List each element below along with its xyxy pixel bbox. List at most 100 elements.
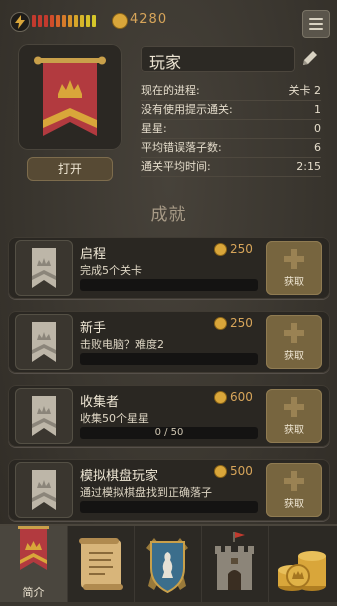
coin-icon bbox=[214, 390, 227, 404]
achievement-reward: 500 bbox=[214, 464, 253, 478]
tab-scroll[interactable] bbox=[67, 526, 135, 602]
coin-icon bbox=[214, 464, 227, 478]
stat-label: 平均错误落子数: bbox=[141, 141, 222, 154]
pennant-icon bbox=[15, 240, 73, 296]
stats-list: 现在的进程: 关卡 2 没有使用提示通关: 1 星星: 0 平均错误落子数: 6 通关平… bbox=[141, 82, 321, 177]
energy-bar-segment bbox=[68, 15, 72, 27]
achievement-card: 模拟棋盘玩家 500 通过模拟棋盘找到正确落子 获取 bbox=[8, 459, 330, 521]
coin-icon bbox=[214, 316, 227, 330]
pennant-icon bbox=[15, 388, 73, 444]
energy-bar-segment bbox=[92, 15, 96, 27]
edit-icon[interactable] bbox=[300, 48, 320, 68]
achievement-title: 新手 bbox=[80, 321, 107, 336]
stat-value: 0 bbox=[314, 122, 321, 135]
plus-icon bbox=[284, 397, 304, 417]
claim-button[interactable]: 获取 bbox=[266, 315, 322, 369]
stat-value: 1 bbox=[314, 103, 321, 116]
stat-label: 通关平均时间: bbox=[141, 160, 211, 173]
tab-profile[interactable]: 简介 bbox=[0, 526, 68, 602]
achievement-reward: 250 bbox=[214, 316, 253, 330]
coins-icon bbox=[278, 551, 326, 591]
progress-bar bbox=[80, 279, 258, 291]
progress-bar: 0 / 50 bbox=[80, 427, 258, 439]
stat-label: 没有使用提示通关: bbox=[141, 103, 233, 116]
tab-castle[interactable] bbox=[201, 526, 269, 602]
energy-bar-segment bbox=[32, 15, 36, 27]
stat-row: 星星: 0 bbox=[141, 120, 321, 139]
stat-row: 现在的进程: 关卡 2 bbox=[141, 82, 321, 101]
open-button[interactable]: 打开 bbox=[27, 157, 113, 181]
achievement-description: 击败电脑？难度2 bbox=[80, 338, 164, 351]
energy-bar-segment bbox=[74, 15, 78, 27]
energy-bar-segment bbox=[38, 15, 42, 27]
plus-icon bbox=[284, 471, 304, 491]
achievement-card: 新手 250 击败电脑？难度2 获取 bbox=[8, 311, 330, 373]
progress-bar bbox=[80, 501, 258, 513]
stat-value: 6 bbox=[314, 141, 321, 154]
achievement-title: 模拟棋盘玩家 bbox=[80, 469, 159, 484]
menu-button[interactable] bbox=[302, 10, 330, 38]
profile-banner-card bbox=[18, 44, 122, 150]
achievement-title: 收集者 bbox=[80, 395, 120, 410]
coin-icon bbox=[112, 13, 128, 29]
top-bar: 4280 bbox=[0, 0, 337, 42]
player-name: 玩家 bbox=[149, 53, 182, 72]
energy-bar-segment bbox=[62, 15, 66, 27]
achievement-card: 收集者 600 收集50个星星 0 / 50 获取 bbox=[8, 385, 330, 447]
scroll-icon bbox=[79, 538, 123, 590]
pennant-icon bbox=[15, 314, 73, 370]
player-name-field[interactable]: 玩家 bbox=[141, 46, 295, 72]
energy-bar-segment bbox=[44, 15, 48, 27]
stat-label: 现在的进程: bbox=[141, 84, 200, 97]
achievement-description: 收集50个星星 bbox=[80, 412, 149, 425]
stat-label: 星星: bbox=[141, 122, 167, 135]
menu-icon bbox=[309, 23, 323, 25]
achievement-description: 通过模拟棋盘找到正确落子 bbox=[80, 486, 212, 499]
section-title: 成就 bbox=[150, 205, 187, 225]
tab-coins[interactable] bbox=[268, 526, 335, 602]
reward-amount: 250 bbox=[230, 242, 253, 256]
achievement-reward: 250 bbox=[214, 242, 253, 256]
progress-bar bbox=[80, 353, 258, 365]
reward-amount: 500 bbox=[230, 464, 253, 478]
tab-label: 简介 bbox=[22, 586, 45, 599]
achievement-title: 启程 bbox=[80, 247, 107, 262]
progress-text: 0 / 50 bbox=[154, 427, 184, 438]
shield-icon bbox=[146, 538, 188, 594]
claim-button[interactable]: 获取 bbox=[266, 389, 322, 443]
energy-bar-segment bbox=[80, 15, 84, 27]
banner-icon bbox=[34, 56, 106, 136]
reward-amount: 250 bbox=[230, 316, 253, 330]
claim-label: 获取 bbox=[284, 425, 304, 436]
stat-row: 平均错误落子数: 6 bbox=[141, 139, 321, 158]
energy-bar-segment bbox=[56, 15, 60, 27]
stat-row: 通关平均时间: 2:15 bbox=[141, 158, 321, 177]
coin-icon bbox=[214, 242, 227, 256]
energy-bar-segment bbox=[50, 15, 54, 27]
castle-icon bbox=[215, 532, 254, 590]
bottom-nav: 简介 bbox=[0, 524, 337, 602]
claim-label: 获取 bbox=[284, 351, 304, 362]
tab-shield[interactable] bbox=[134, 526, 202, 602]
stat-row: 没有使用提示通关: 1 bbox=[141, 101, 321, 120]
plus-icon bbox=[284, 323, 304, 343]
plus-icon bbox=[284, 249, 304, 269]
banner-icon bbox=[18, 526, 49, 570]
achievement-reward: 600 bbox=[214, 390, 253, 404]
claim-button[interactable]: 获取 bbox=[266, 241, 322, 295]
energy-meter bbox=[32, 15, 96, 27]
claim-label: 获取 bbox=[284, 277, 304, 288]
stat-value: 2:15 bbox=[296, 160, 321, 173]
reward-amount: 600 bbox=[230, 390, 253, 404]
stat-value: 关卡 2 bbox=[288, 84, 322, 97]
claim-label: 获取 bbox=[284, 499, 304, 510]
menu-icon bbox=[309, 28, 323, 30]
pennant-icon bbox=[15, 462, 73, 518]
claim-button[interactable]: 获取 bbox=[266, 463, 322, 517]
coin-count: 4280 bbox=[130, 12, 168, 27]
achievement-card: 启程 250 完成5个关卡 获取 bbox=[8, 237, 330, 299]
menu-icon bbox=[309, 18, 323, 20]
achievement-description: 完成5个关卡 bbox=[80, 264, 142, 277]
energy-bar-segment bbox=[86, 15, 90, 27]
lightning-icon bbox=[10, 12, 30, 32]
